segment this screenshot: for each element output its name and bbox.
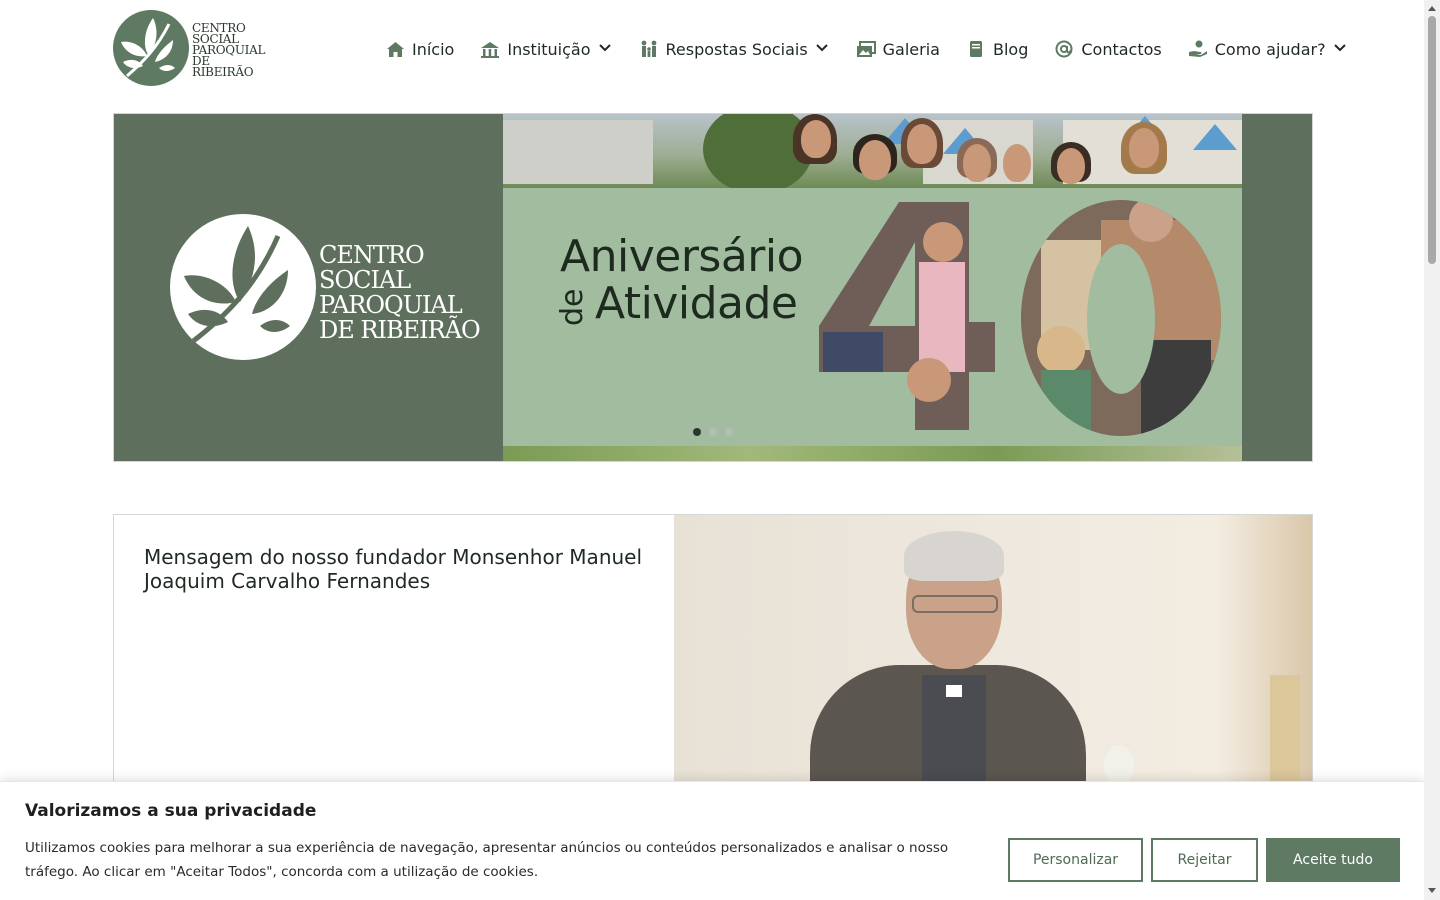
nav-label: Blog <box>992 39 1029 59</box>
chevron-down-icon <box>598 44 613 54</box>
chevron-down-icon <box>815 44 830 54</box>
at-icon <box>1054 40 1074 58</box>
hero-anniversary-image: Aniversário de Atividade <box>503 114 1242 461</box>
nav-item-respostas-sociais[interactable]: Respostas Sociais <box>639 40 830 59</box>
book-icon <box>966 40 986 58</box>
hero-logo-line: SOCIAL <box>319 266 411 294</box>
photo-grass <box>503 446 1242 461</box>
hero-logo-line: DE RIBEIRÃO <box>319 316 481 344</box>
slider-pagination <box>693 428 741 436</box>
cookie-consent-banner: Valorizamos a sua privacidade Utilizamos… <box>0 781 1424 900</box>
card-title: Mensagem do nosso fundador Monsenhor Man… <box>144 545 643 593</box>
slider-dot-3[interactable] <box>725 428 733 436</box>
nav-label: Respostas Sociais <box>665 39 808 59</box>
slider-dot-2[interactable] <box>709 428 717 436</box>
chevron-down-icon <box>1333 44 1348 54</box>
nav-label: Instituição <box>507 39 591 59</box>
customize-button[interactable]: Personalizar <box>1008 838 1143 882</box>
banner-number-four <box>819 202 999 430</box>
site-header: CENTRO SOCIAL PAROQUIAL DE RIBEIRÃO Iníc… <box>0 0 1424 100</box>
reject-button[interactable]: Rejeitar <box>1151 838 1258 882</box>
banner-de: de <box>555 288 590 327</box>
scroll-up-arrow-icon[interactable] <box>1428 6 1436 11</box>
hero-logo-line: CENTRO <box>319 241 425 269</box>
hero-slider[interactable]: CENTRO SOCIAL PAROQUIAL DE RIBEIRÃO Aniv… <box>113 113 1313 462</box>
priest-glasses <box>912 595 998 613</box>
nav-item-instituicao[interactable]: Instituição <box>480 40 612 59</box>
home-icon <box>385 40 405 58</box>
nav-label: Contactos <box>1081 39 1162 59</box>
flowers <box>1104 745 1134 785</box>
gallery-icon <box>856 40 876 58</box>
founder-message-card: Mensagem do nosso fundador Monsenhor Man… <box>113 514 1313 814</box>
scroll-thumb[interactable] <box>1428 16 1436 264</box>
nav-label: Galeria <box>882 39 940 59</box>
scroll-down-arrow-icon[interactable] <box>1428 888 1436 893</box>
nav-item-blog[interactable]: Blog <box>966 40 1028 59</box>
priest-hair <box>904 531 1004 581</box>
nav-item-como-ajudar[interactable]: Como ajudar? <box>1188 40 1348 59</box>
site-logo[interactable]: CENTRO SOCIAL PAROQUIAL DE RIBEIRÃO <box>113 9 268 87</box>
banner-aniversario: Aniversário <box>560 231 804 282</box>
logo-line: DE RIBEIRÃO <box>192 53 254 79</box>
helping-hand-icon <box>1188 40 1208 58</box>
banner-atividade: Atividade <box>595 278 798 329</box>
nav-label: Início <box>412 39 455 59</box>
hero-logo-line: PAROQUIAL <box>319 291 463 319</box>
institution-icon <box>480 40 500 58</box>
priest-collar <box>946 685 962 697</box>
nav-item-galeria[interactable]: Galeria <box>856 40 940 59</box>
nav-label: Como ajudar? <box>1214 39 1326 59</box>
nav-item-contactos[interactable]: Contactos <box>1054 39 1162 59</box>
accept-all-button[interactable]: Aceite tudo <box>1266 838 1400 882</box>
leaf-logo-icon <box>113 10 189 86</box>
main-nav: Início Instituição Respostas Sociais Gal… <box>385 36 1348 62</box>
leaf-logo-icon <box>170 214 316 360</box>
founder-video[interactable] <box>674 515 1312 813</box>
hero-logo-wordmark: CENTRO SOCIAL PAROQUIAL DE RIBEIRÃO <box>319 241 481 344</box>
photo-background <box>503 114 1242 194</box>
cookie-text: Utilizamos cookies para melhorar a sua e… <box>25 840 949 880</box>
hero-logo: CENTRO SOCIAL PAROQUIAL DE RIBEIRÃO <box>170 214 481 360</box>
zero-hole <box>1087 244 1155 394</box>
slider-dot-1[interactable] <box>693 428 701 436</box>
banner-number-zero <box>1021 200 1221 436</box>
page-scrollbar[interactable] <box>1424 0 1440 900</box>
nav-item-inicio[interactable]: Início <box>385 40 454 59</box>
people-icon <box>639 40 659 58</box>
cookie-title: Valorizamos a sua privacidade <box>25 801 317 821</box>
logo-wordmark: CENTRO SOCIAL PAROQUIAL DE RIBEIRÃO <box>192 19 268 78</box>
